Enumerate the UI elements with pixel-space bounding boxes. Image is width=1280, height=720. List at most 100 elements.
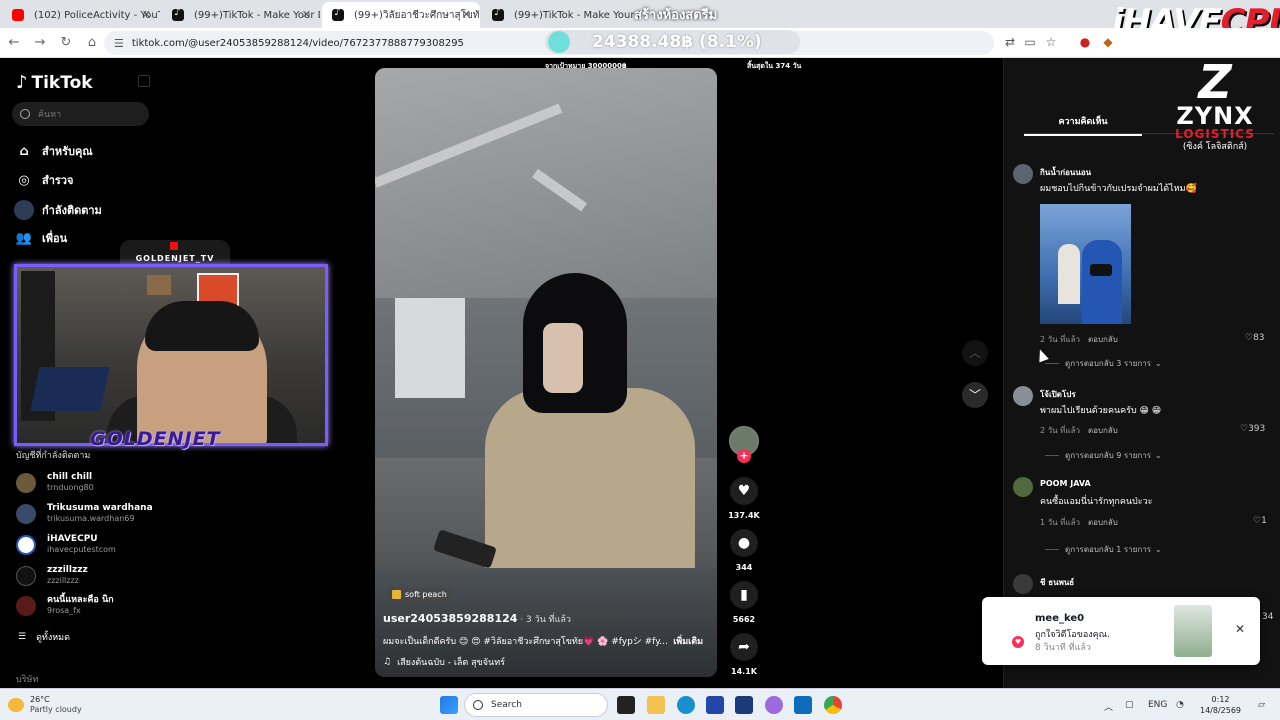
search-input[interactable]: ค้นหา: [12, 102, 149, 126]
comment-photo[interactable]: [1040, 204, 1131, 324]
previous-video-button[interactable]: ︿: [962, 340, 988, 366]
close-tab-icon[interactable]: ✕: [142, 8, 151, 21]
bookmark-star-icon[interactable]: ☆: [1043, 34, 1059, 50]
comment-user[interactable]: โจ้เปิดโปร: [1040, 388, 1076, 401]
file-explorer-icon[interactable]: [647, 696, 665, 714]
taskbar-search[interactable]: Search: [464, 693, 608, 717]
following-accounts-title: บัญชีที่กำลังติดตาม: [16, 451, 91, 461]
nav-label: เพื่อน: [42, 232, 68, 245]
translate-icon[interactable]: ⇄: [1002, 34, 1018, 50]
reply-button[interactable]: ตอบกลับ: [1088, 424, 1118, 437]
nav-following[interactable]: กำลังติดตาม: [14, 200, 102, 220]
reload-icon[interactable]: ↻: [54, 31, 78, 55]
store-icon[interactable]: [735, 696, 753, 714]
caption-more-button[interactable]: เพิ่มเติม: [673, 634, 703, 648]
task-view-icon[interactable]: [617, 696, 635, 714]
screen: (102) PoliceActivity - YouTube ✕ (99+)Ti…: [0, 0, 1280, 720]
save-count: 5662: [732, 615, 756, 624]
following-account[interactable]: คนนี้แหละคือ นิก 9rosa_fx: [16, 595, 114, 616]
bookmark-icon: ▮: [740, 587, 748, 603]
windows-start-icon[interactable]: [440, 696, 458, 714]
notifications-icon[interactable]: ▱: [1258, 700, 1265, 710]
adblock-icon[interactable]: ●: [1077, 34, 1093, 50]
browser-tab[interactable]: (99+)TikTok - Make Your Day: [482, 2, 640, 28]
comment-like[interactable]: 34: [1262, 612, 1273, 622]
avatar[interactable]: [1013, 386, 1033, 406]
forward-icon[interactable]: →: [28, 31, 52, 55]
comment-like[interactable]: ♡393: [1240, 424, 1265, 434]
view-replies-button[interactable]: ดูการตอบกลับ 9 รายการ ⌄: [1045, 449, 1162, 462]
video-player[interactable]: soft peach user24053859288124 · 3 วัน ที…: [375, 68, 717, 677]
close-tab-icon[interactable]: ✕: [302, 8, 311, 21]
follow-plus-icon[interactable]: +: [737, 449, 751, 463]
avatar[interactable]: [1013, 477, 1033, 497]
browser-tab[interactable]: (99+)TikTok - Make Your Day ✕: [162, 2, 320, 28]
save-button[interactable]: ▮: [730, 581, 758, 609]
back-icon[interactable]: ←: [2, 31, 26, 55]
nav-friends[interactable]: 👥 เพื่อน: [16, 229, 67, 247]
comment-user[interactable]: POOM JAVA: [1040, 479, 1091, 488]
comment-button[interactable]: ●: [730, 529, 758, 557]
reply-button[interactable]: ตอบกลับ: [1088, 516, 1118, 529]
close-tab-icon[interactable]: ✕: [462, 8, 471, 21]
comment-meta: 1 วัน ที่แล้ว ตอบกลับ: [1040, 516, 1118, 529]
comment-icon: ●: [737, 535, 751, 551]
account-name: chill chill: [47, 472, 93, 482]
comment-text: พาผมไปเรียนด้วยคนครับ 😁 😁: [1040, 406, 1162, 416]
list-icon: ☰: [18, 632, 27, 642]
home-button-icon[interactable]: ⌂: [80, 31, 104, 55]
network-icon[interactable]: ▢: [1125, 700, 1134, 710]
edge-icon[interactable]: [677, 696, 695, 714]
tiktok-logo[interactable]: ♪ TikTok: [16, 72, 93, 93]
close-icon[interactable]: ✕: [1235, 622, 1245, 636]
chrome-icon[interactable]: [824, 696, 842, 714]
comment-like[interactable]: ♡83: [1245, 333, 1265, 343]
effect-icon: [392, 590, 401, 599]
comment-like[interactable]: ♡1: [1253, 516, 1267, 526]
outlook-icon[interactable]: [794, 696, 812, 714]
browser-tab[interactable]: (102) PoliceActivity - YouTube ✕: [2, 2, 160, 28]
extension-icon[interactable]: ◆: [1100, 34, 1116, 50]
tiktok-icon: [492, 7, 504, 21]
nav-label: กำลังติดตาม: [42, 204, 102, 217]
effect-badge[interactable]: soft peach: [387, 588, 452, 601]
weather-widget[interactable]: 26°C Partly cloudy: [8, 695, 82, 715]
tab-title: (99+)TikTok - Make Your Day: [514, 9, 640, 21]
system-clock[interactable]: 0:12 14/8/2569: [1200, 694, 1241, 716]
following-account[interactable]: zzzillzzz zzzillzzz: [16, 565, 88, 586]
notification-toast[interactable]: ♥ mee_ke0 ถูกใจวิดีโอของคุณ. 8 วินาที ที…: [982, 597, 1260, 665]
view-replies-button[interactable]: ดูการตอบกลับ 1 รายการ ⌄: [1045, 543, 1162, 556]
stream-cta-overlay: สร้างห้องสตรีม: [634, 8, 718, 23]
comment-user[interactable]: กินน้ำก่อนนอน: [1040, 166, 1091, 179]
video-music[interactable]: ♫ เสียงต้นฉบับ - เล็ต สุขจันทร์: [383, 655, 505, 669]
following-account[interactable]: Trikusuma wardhana trikusuma.wardhan69: [16, 503, 153, 524]
account-handle: trikusuma.wardhan69: [47, 514, 135, 523]
reply-button[interactable]: ตอบกลับ: [1088, 333, 1118, 346]
app-icon[interactable]: [706, 696, 724, 714]
company-link[interactable]: บริษัท: [16, 672, 38, 686]
nav-explore[interactable]: ◎ สำรวจ: [16, 171, 73, 189]
tray-chevron-up-icon[interactable]: ︿: [1104, 700, 1113, 713]
input-language[interactable]: ENG: [1148, 700, 1167, 710]
wifi-icon[interactable]: ◔: [1176, 700, 1184, 710]
like-button[interactable]: ♥: [730, 477, 758, 505]
cast-icon[interactable]: ▭: [1022, 34, 1038, 50]
home-icon: ⌂: [19, 143, 29, 159]
following-account[interactable]: chill chill trnduong80: [16, 472, 94, 493]
see-all-following[interactable]: ☰ ดูทั้งหมด: [18, 630, 70, 644]
copilot-icon[interactable]: [765, 696, 783, 714]
browser-tab-active[interactable]: (99+)วิลัยอาชีวะศึกษาสุโขทัย: ✕: [322, 2, 480, 28]
next-video-button[interactable]: ﹀: [962, 382, 988, 408]
following-account[interactable]: iHAVECPU ihavecputestcom: [16, 534, 116, 555]
site-info-icon[interactable]: ☰: [114, 37, 124, 50]
avatar[interactable]: [1013, 164, 1033, 184]
avatar: [16, 503, 36, 524]
collapse-sidebar-icon[interactable]: [138, 75, 150, 87]
comment-user[interactable]: ชี ธนพนธ์: [1040, 576, 1074, 589]
avatar[interactable]: [1013, 574, 1033, 594]
nav-for-you[interactable]: ⌂ สำหรับคุณ: [16, 142, 92, 160]
share-button[interactable]: ➦: [730, 633, 758, 661]
view-replies-button[interactable]: ดูการตอบกลับ 3 รายการ ⌄: [1045, 357, 1162, 370]
video-author[interactable]: user24053859288124 · 3 วัน ที่แล้ว: [383, 612, 571, 626]
notification-user: mee_ke0: [1035, 613, 1085, 624]
